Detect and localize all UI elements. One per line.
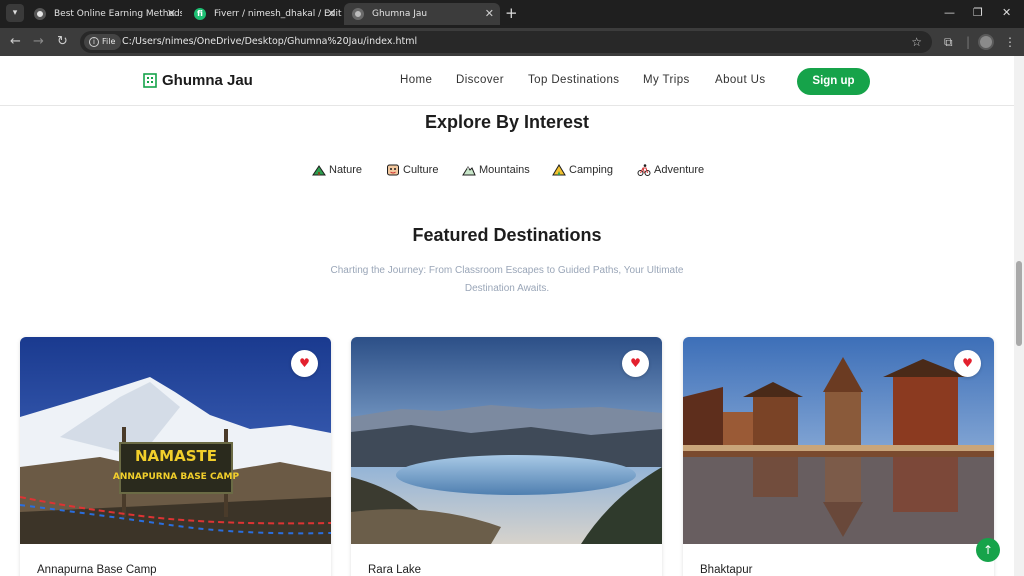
- tab-title: Best Online Earning Methods: [54, 9, 182, 19]
- browser-tab-ghumna-jau[interactable]: Ghumna Jau ✕: [344, 3, 500, 25]
- globe-icon: [34, 8, 46, 20]
- new-tab-icon[interactable]: +: [505, 4, 518, 22]
- nature-icon: [312, 165, 326, 176]
- interest-label: Culture: [403, 164, 439, 176]
- page-viewport: Ghumna Jau Home Discover Top Destination…: [0, 56, 1014, 576]
- close-tab-icon[interactable]: ✕: [167, 3, 176, 25]
- scroll-to-top-button[interactable]: ↑: [976, 538, 1000, 562]
- nav-discover[interactable]: Discover: [456, 73, 504, 87]
- featured-subtitle: Charting the Journey: From Classroom Esc…: [330, 265, 684, 294]
- back-icon[interactable]: ←: [10, 33, 21, 51]
- destination-card-bhaktapur[interactable]: ♥ Bhaktapur: [683, 337, 994, 576]
- forward-icon[interactable]: →: [33, 33, 44, 51]
- site-info-chip[interactable]: i File: [84, 34, 122, 50]
- fiverr-icon: fi: [194, 8, 206, 20]
- browser-tab-fiverr[interactable]: fi Fiverr / nimesh_dhakal / Edit Gi ✕: [186, 3, 342, 25]
- interest-label: Mountains: [479, 164, 530, 176]
- brand-name: Ghumna Jau: [162, 72, 253, 89]
- browser-toolbar: ← → ↻ i File C:/Users/nimes/OneDrive/Des…: [0, 28, 1024, 56]
- destination-card-rara-lake[interactable]: ♥ Rara Lake: [351, 337, 662, 576]
- destination-name: Annapurna Base Camp: [37, 564, 157, 576]
- minimize-icon[interactable]: —: [944, 4, 955, 22]
- destination-image: [351, 337, 662, 544]
- explore-title: Explore By Interest: [424, 112, 590, 132]
- adventure-icon: [637, 164, 651, 176]
- destination-name: Bhaktapur: [700, 564, 753, 576]
- toolbar-divider: |: [966, 35, 971, 49]
- address-bar[interactable]: i File C:/Users/nimes/OneDrive/Desktop/G…: [80, 31, 932, 53]
- scrollbar-thumb[interactable]: [1016, 261, 1022, 346]
- close-tab-icon[interactable]: ✕: [485, 3, 494, 25]
- maximize-icon[interactable]: ❐: [973, 4, 983, 22]
- url-text[interactable]: C:/Users/nimes/OneDrive/Desktop/Ghumna%2…: [122, 31, 417, 53]
- tab-title: Fiverr / nimesh_dhakal / Edit Gi: [214, 9, 342, 19]
- interest-label: Adventure: [654, 164, 705, 176]
- destination-image: [683, 337, 994, 544]
- sign-text-namaste: NAMASTE: [135, 447, 217, 465]
- bookmark-star-icon[interactable]: ☆: [911, 31, 922, 53]
- interest-label: Nature: [329, 164, 363, 176]
- globe-icon: [352, 8, 364, 20]
- site-header: Ghumna Jau Home Discover Top Destination…: [0, 56, 1014, 106]
- menu-kebab-icon[interactable]: ⋮: [1004, 34, 1016, 50]
- nav-top-destinations[interactable]: Top Destinations: [528, 73, 619, 87]
- signup-button[interactable]: Sign up: [797, 68, 870, 95]
- extensions-icon[interactable]: ⧉: [944, 34, 953, 50]
- favorite-heart-icon[interactable]: ♥: [622, 350, 649, 377]
- browser-tab-earning[interactable]: Best Online Earning Methods ✕: [26, 3, 182, 25]
- close-window-icon[interactable]: ✕: [1002, 4, 1011, 22]
- interest-label: Camping: [569, 164, 614, 176]
- nav-my-trips[interactable]: My Trips: [643, 73, 690, 87]
- nav-home[interactable]: Home: [400, 73, 432, 87]
- destination-card-annapurna[interactable]: NAMASTE ANNAPURNA BASE CAMP ♥ Annapurna …: [20, 337, 331, 576]
- tab-search-chevron-icon[interactable]: ▾: [6, 4, 24, 22]
- info-icon: i: [89, 37, 99, 47]
- destination-image: NAMASTE ANNAPURNA BASE CAMP: [20, 337, 331, 544]
- destination-name: Rara Lake: [368, 564, 422, 576]
- nav-about-us[interactable]: About Us: [715, 73, 766, 87]
- sign-text-abc: ANNAPURNA BASE CAMP: [113, 472, 240, 482]
- featured-title: Featured Destinations: [412, 225, 602, 245]
- camping-icon: [552, 164, 566, 176]
- close-tab-icon[interactable]: ✕: [327, 3, 336, 25]
- reload-icon[interactable]: ↻: [57, 33, 68, 51]
- page-scrollbar[interactable]: [1014, 56, 1024, 576]
- favorite-heart-icon[interactable]: ♥: [954, 350, 981, 377]
- profile-avatar[interactable]: [978, 34, 994, 50]
- file-label: File: [102, 37, 116, 46]
- tab-title: Ghumna Jau: [372, 9, 428, 19]
- culture-icon: [387, 164, 399, 176]
- browser-tab-bar: ▾ Best Online Earning Methods ✕ fi Fiver…: [0, 0, 1024, 28]
- favorite-heart-icon[interactable]: ♥: [291, 350, 318, 377]
- mountains-icon: [462, 166, 476, 176]
- building-icon: [143, 73, 157, 88]
